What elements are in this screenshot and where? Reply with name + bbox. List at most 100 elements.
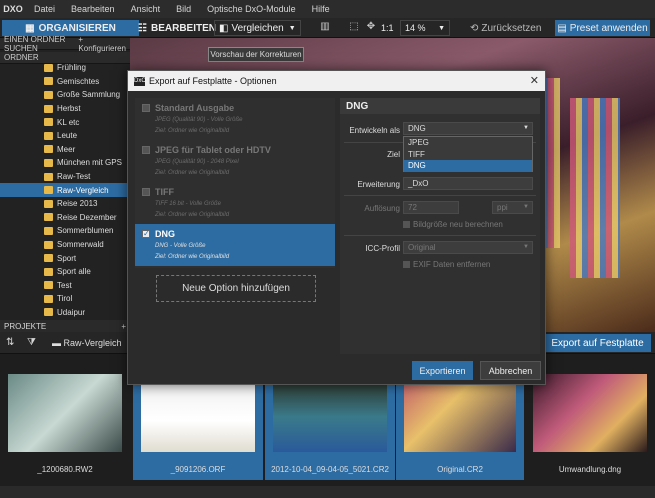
folder-label: Sport [57,253,77,263]
filmstrip-scrollbar[interactable] [0,486,655,498]
breadcrumb-label: Raw-Vergleich [63,338,122,348]
folder-item[interactable]: Frühling [0,61,130,75]
export-option[interactable]: ✓ DNG DNG - Volle Größe Ziel: Ordner wie Or… [135,224,335,266]
thumbnail-image [141,374,255,452]
menu-datei[interactable]: Datei [26,4,63,14]
option-name: JPEG für Tablet oder HDTV [155,145,271,155]
recompute-checkbox[interactable]: Bildgröße neu berechnen [403,220,503,229]
folder-label: Leute [57,131,78,141]
option-name: DNG [155,229,175,239]
chevron-down-icon: ▼ [438,24,445,32]
sort-icon[interactable]: ⇅ [6,337,14,348]
chevron-down-icon: ▼ [523,244,529,250]
option-format: DNG - Volle Größe [155,243,206,249]
folder-label: Sommerwald [57,240,104,250]
reset-button[interactable]: ⟲ Zurücksetzen [470,20,541,36]
folder-item[interactable]: München mit GPS [0,156,130,170]
menu-bild[interactable]: Bild [168,4,199,14]
folder-item[interactable]: Raw-Vergleich [0,183,130,197]
export-options-dialog: DxO Export auf Festplatte - Optionen ✕ Sta… [127,70,546,385]
thumbnail-filename: _9091206.ORF [170,465,226,474]
folder-icon [44,308,53,317]
compare-button[interactable]: ◧ Vergleichen ▼ [214,20,301,36]
menu-ansicht[interactable]: Ansicht [123,4,169,14]
divider [344,235,536,236]
folder-item[interactable]: Meer [0,143,130,157]
folder-item[interactable]: Gemischtes [0,75,130,89]
reset-icon: ⟲ [470,22,479,34]
add-option-button[interactable]: Neue Option hinzufügen [156,275,316,302]
export-to-disk-button[interactable]: Export auf Festplatte [544,334,651,352]
folder-item[interactable]: Tirol [0,292,130,306]
folder-label: Raw-Test [57,172,91,182]
dropdown-item-jpeg[interactable]: JPEG [404,137,532,149]
folder-tree: Frühling Gemischtes Große Sammlung Herbst KL… [0,61,130,319]
folder-label: Udaipur [57,307,86,317]
folder-item[interactable]: Sommerwald [0,238,130,252]
export-option[interactable]: Standard Ausgabe JPEG (Qualität 90) - Vol… [135,98,335,140]
exif-checkbox[interactable]: EXIF Daten entfernen [403,260,490,269]
option-checkbox[interactable] [142,146,150,154]
folder-label: Raw-Vergleich [57,185,109,195]
folder-icon [44,145,53,154]
menu-module[interactable]: Optische DxO-Module [199,4,304,14]
dropdown-item-tiff[interactable]: TIFF [404,149,532,161]
extension-label: Erweiterung [357,180,400,189]
icc-label: ICC-Profil [365,244,400,253]
folder-item[interactable]: Große Sammlung [0,88,130,102]
folder-icon [44,281,53,290]
move-icon[interactable]: ✥ [364,21,378,34]
zoom-1to1[interactable]: 1:1 [381,20,394,36]
folder-item[interactable]: Sport alle [0,265,130,279]
configure-button[interactable]: + Konfigurieren [78,35,126,53]
tab-edit[interactable]: ☷ BEARBEITEN [138,20,216,36]
thumbnail-image [404,374,516,452]
folder-icon [44,90,53,99]
settings-header: DNG [340,98,540,114]
folder-item[interactable]: Leute [0,129,130,143]
folder-item[interactable]: Test [0,279,130,293]
folder-item[interactable]: KL etc [0,115,130,129]
folder-item[interactable]: Udaipur [0,306,130,320]
folder-search-label[interactable]: EINEN ORDNER SUCHEN [4,35,78,53]
preview-tooltip: Vorschau der Korrekturen [208,47,304,62]
preset-label: Preset anwenden [569,22,648,34]
export-button[interactable]: Exportieren [412,361,473,380]
chevron-down-icon: ▼ [523,125,529,131]
cancel-button[interactable]: Abbrechen [480,361,541,380]
folder-item[interactable]: Sport [0,251,130,265]
folder-item[interactable]: Reise Dezember [0,211,130,225]
export-option[interactable]: TIFF TIFF 16 bit - Volle Größe Ziel: Ordne… [135,182,335,224]
resolution-label: Auflösung [364,204,400,213]
fit-icon[interactable]: ⬚ [347,21,361,34]
folder-item[interactable]: Herbst [0,102,130,116]
folder-item[interactable]: Reise 2013 [0,197,130,211]
folder-item[interactable]: Raw-Test [0,170,130,184]
extension-input[interactable]: _DxO [403,177,533,190]
folder-item[interactable]: Sommerblumen [0,224,130,238]
menu-bearbeiten[interactable]: Bearbeiten [63,4,123,14]
recompute-label: Bildgröße neu berechnen [413,220,503,229]
split-view-icon[interactable]: ▥ [318,21,332,34]
filmstrip-thumbnail[interactable]: _1200680.RW2 [0,362,130,480]
close-icon[interactable]: ✕ [530,74,539,87]
dropdown-item-dng[interactable]: DNG [404,160,532,172]
folder-label: Reise 2013 [57,199,98,209]
export-option[interactable]: JPEG für Tablet oder HDTV JPEG (Qualität … [135,140,335,182]
zoom-select[interactable]: 14 % ▼ [400,20,450,36]
icc-select[interactable]: Original ▼ [403,241,533,254]
option-checkbox[interactable] [142,188,150,196]
develop-select[interactable]: DNG ▼ [403,122,533,135]
resolution-input[interactable]: 72 [403,201,459,214]
apply-preset-button[interactable]: ▤ Preset anwenden [555,20,650,36]
add-project-button[interactable]: + [121,322,126,331]
menu-hilfe[interactable]: Hilfe [304,4,338,14]
folder-label: Sport alle [57,267,91,277]
option-checkbox[interactable]: ✓ [142,230,150,238]
filter-icon[interactable]: ⧩ [27,337,36,348]
unit-select[interactable]: ppi ▼ [492,201,533,214]
folder-label: Frühling [57,63,86,73]
breadcrumb[interactable]: ▬ Raw-Vergleich [52,338,122,348]
option-checkbox[interactable] [142,104,150,112]
folder-icon [44,254,53,263]
